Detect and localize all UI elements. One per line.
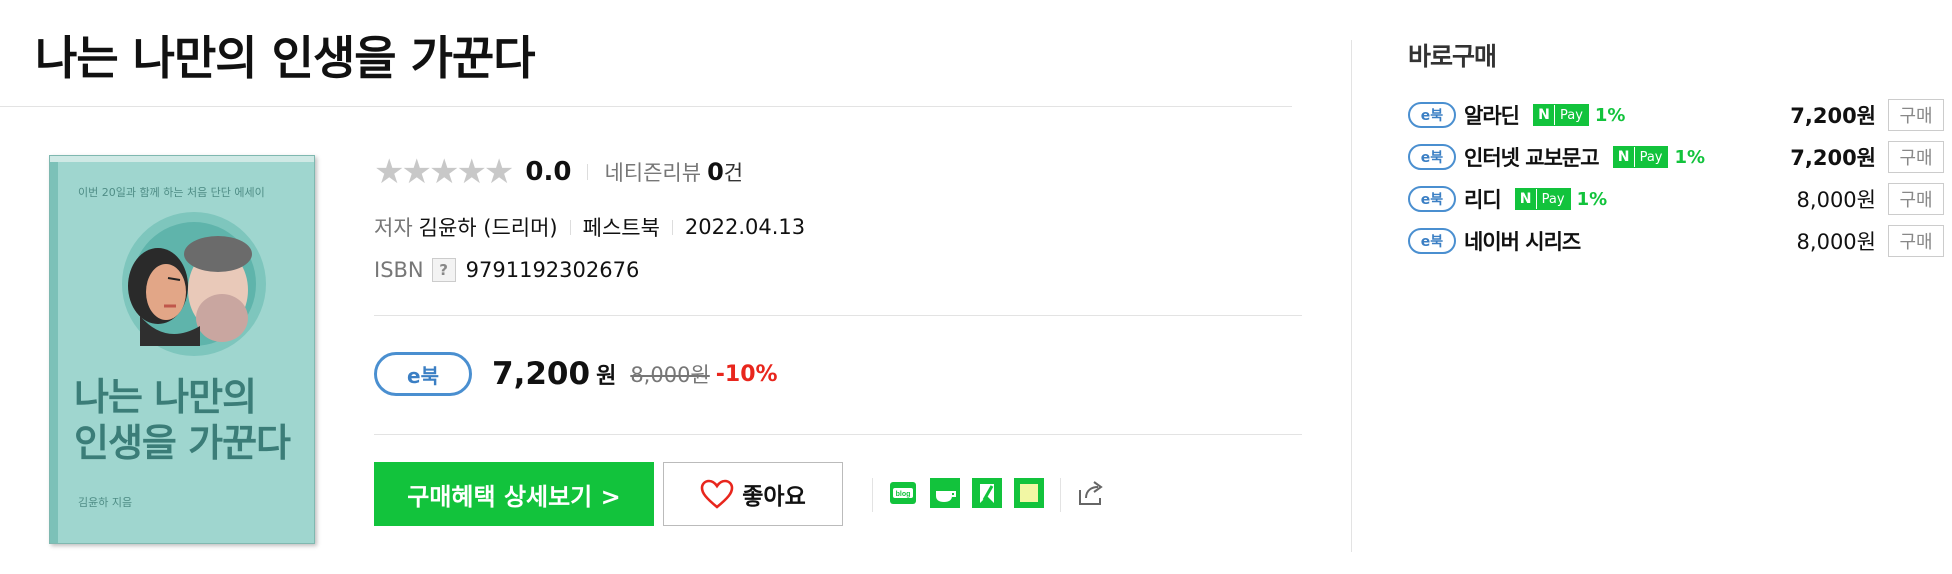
memo-icon[interactable] — [1014, 478, 1044, 508]
ebook-badge-small: e북 — [1408, 144, 1456, 170]
discount-rate: -10% — [715, 361, 778, 387]
heart-icon — [700, 479, 734, 509]
isbn-row: ISBN ? 9791192302676 — [374, 255, 639, 285]
store-row: e북 알라딘 N Pay 1% 7,200원 구매 — [1408, 99, 1944, 131]
review-unit: 건 — [723, 161, 744, 185]
npay-label: Pay — [1554, 105, 1588, 125]
meta-separator — [671, 219, 673, 235]
store-buy-button[interactable]: 구매 — [1888, 225, 1944, 257]
cover-title-line2: 인생을 가꾼다 — [74, 421, 291, 465]
npay-n-icon: N — [1533, 105, 1554, 125]
panel-divider — [1351, 40, 1352, 552]
store-price: 7,200원 — [1790, 104, 1876, 128]
publish-date: 2022.04.13 — [684, 215, 806, 239]
store-name[interactable]: 인터넷 교보문고 — [1464, 142, 1600, 172]
title-divider — [0, 106, 1292, 107]
store-name[interactable]: 알라딘 — [1464, 100, 1520, 130]
cover-title: 나는 나만의 인생을 가꾼다 — [74, 374, 291, 466]
svg-text:blog: blog — [896, 491, 911, 498]
ebook-badge-small: e북 — [1408, 186, 1456, 212]
cover-illustration — [122, 212, 266, 356]
store-buy-button[interactable]: 구매 — [1888, 99, 1944, 131]
original-price: 8,000원 — [630, 363, 710, 387]
npay-label: Pay — [1536, 189, 1570, 209]
cover-title-line1: 나는 나만의 — [74, 375, 257, 419]
npay-n-icon: N — [1613, 147, 1634, 167]
npay-percent: 1% — [1674, 146, 1706, 168]
store-row: e북 네이버 시리즈 8,000원 구매 — [1408, 225, 1944, 257]
cover-tagline: 이번 20일과 함께 하는 처음 단단 에세이 — [78, 186, 265, 199]
star-rating-icon: ★★★★★ — [374, 152, 514, 192]
review-count[interactable]: 0 — [707, 158, 724, 186]
direct-buy-title: 바로구매 — [1408, 42, 1497, 71]
rating-score: 0.0 — [525, 157, 572, 187]
blog-icon[interactable]: blog — [888, 478, 918, 508]
isbn-value: 9791192302676 — [465, 258, 640, 282]
npay-percent: 1% — [1576, 188, 1608, 210]
review-label[interactable]: 네티즌리뷰 — [604, 157, 701, 187]
actions-separator — [1060, 478, 1061, 512]
like-button[interactable]: 좋아요 — [663, 462, 843, 526]
author-link[interactable]: 김윤하 (드리머) — [419, 212, 558, 242]
store-row: e북 인터넷 교보문고 N Pay 1% 7,200원 구매 — [1408, 141, 1944, 173]
book-meta-row: 저자 김윤하 (드리머) 페스트북 2022.04.13 — [374, 212, 805, 242]
store-price: 7,200원 — [1790, 146, 1876, 170]
npay-label: Pay — [1634, 147, 1668, 167]
purchase-benefit-button[interactable]: 구매혜택 상세보기 > — [374, 462, 654, 526]
cover-top-edge — [50, 156, 314, 162]
isbn-help-icon[interactable]: ? — [431, 258, 456, 282]
npay-n-icon: N — [1515, 189, 1536, 209]
store-buy-button[interactable]: 구매 — [1888, 141, 1944, 173]
store-row: e북 리디 N Pay 1% 8,000원 구매 — [1408, 183, 1944, 215]
cover-author: 김윤하 지음 — [78, 496, 133, 509]
npay-badge: N Pay — [1612, 146, 1669, 168]
info-divider — [374, 315, 1302, 316]
share-icon[interactable] — [1076, 478, 1106, 508]
rating-row: ★★★★★ 0.0 네티즌리뷰 0 건 — [374, 152, 743, 192]
cafe-icon[interactable] — [930, 478, 960, 508]
meta-separator — [569, 219, 571, 235]
page-title: 나는 나만의 인생을 가꾼다 — [35, 31, 536, 85]
npay-badge: N Pay — [1514, 188, 1571, 210]
store-price: 8,000원 — [1796, 188, 1876, 212]
publisher-link[interactable]: 페스트북 — [583, 212, 660, 242]
rating-separator — [587, 164, 589, 180]
actions-separator — [872, 478, 873, 512]
store-buy-button[interactable]: 구매 — [1888, 183, 1944, 215]
isbn-label: ISBN — [374, 258, 424, 282]
store-price: 8,000원 — [1796, 230, 1876, 254]
author-label: 저자 — [374, 216, 413, 240]
bookmark-icon[interactable] — [972, 478, 1002, 508]
sale-price: 7,200 — [492, 356, 591, 392]
ebook-badge: e북 — [374, 352, 472, 396]
price-divider — [374, 434, 1302, 435]
price-row: e북 7,200 원 8,000원 -10% — [374, 352, 778, 396]
ebook-badge-small: e북 — [1408, 228, 1456, 254]
npay-percent: 1% — [1594, 104, 1626, 126]
store-name[interactable]: 리디 — [1464, 184, 1502, 214]
like-label: 좋아요 — [742, 484, 806, 510]
price-currency: 원 — [596, 364, 617, 389]
store-name[interactable]: 네이버 시리즈 — [1464, 226, 1581, 256]
ebook-badge-small: e북 — [1408, 102, 1456, 128]
book-cover-image[interactable]: 이번 20일과 함께 하는 처음 단단 에세이 나는 나만의 인생을 가꾼다 김… — [49, 155, 315, 544]
npay-badge: N Pay — [1532, 104, 1589, 126]
cover-spine — [50, 156, 58, 543]
